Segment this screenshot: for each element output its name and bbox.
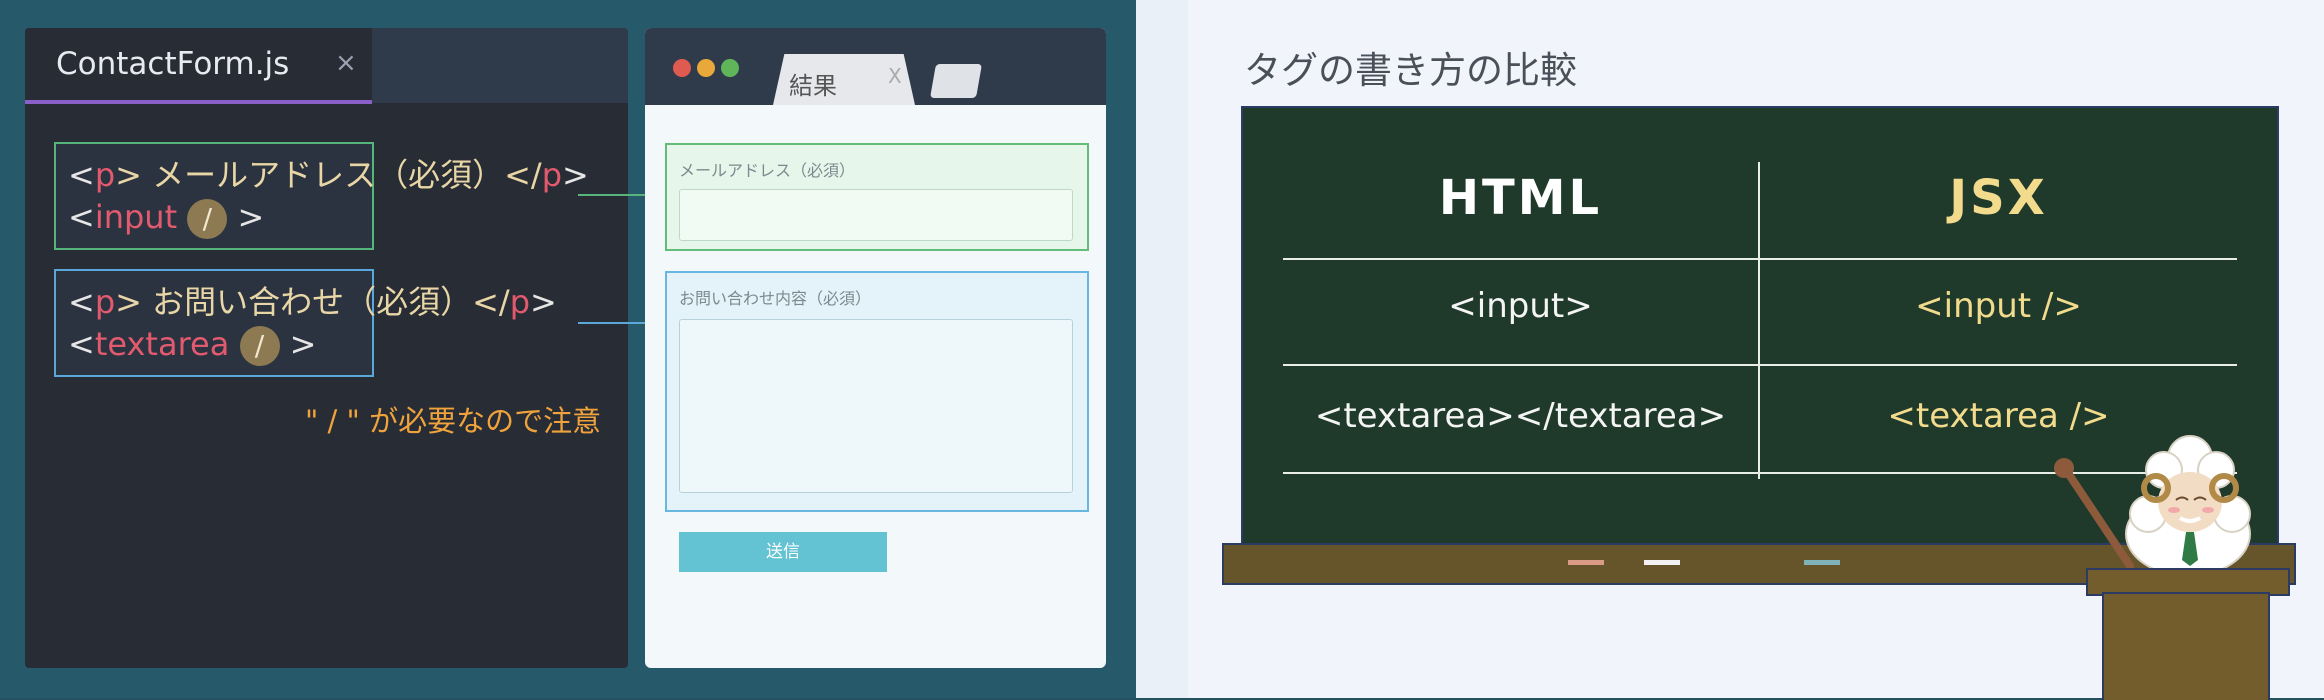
jsx-cell-input: <input />	[1915, 286, 2082, 326]
inquiry-textarea[interactable]	[679, 319, 1073, 493]
table-divider	[1283, 364, 2237, 366]
email-label: メールアドレス（必須）	[679, 161, 856, 180]
code-token: <	[68, 325, 95, 363]
code-tag: p	[94, 283, 116, 321]
close-icon[interactable]: X	[888, 64, 902, 88]
inquiry-field-group: お問い合わせ内容（必須）	[665, 271, 1089, 512]
code-line-textarea: <textarea / >	[68, 325, 316, 366]
code-block-input: <p> メールアドレス（必須）</p> <input / >	[54, 142, 589, 250]
chalk	[1804, 560, 1840, 565]
sheep-teacher-icon	[2054, 435, 2251, 570]
html-cell-textarea: <textarea></textarea>	[1314, 396, 1727, 436]
close-icon[interactable]: ×	[335, 48, 357, 78]
html-cell-input: <input>	[1448, 286, 1593, 326]
code-line-input: <input / >	[68, 198, 264, 239]
new-tab-button[interactable]	[930, 64, 982, 98]
code-line-p-email: <p> メールアドレス（必須）</p>	[68, 150, 589, 196]
email-field-group: メールアドレス（必須）	[665, 143, 1089, 251]
code-token: >	[562, 156, 589, 194]
email-input[interactable]	[679, 189, 1073, 241]
code-token: >	[289, 325, 317, 363]
slash-note: " / " が必要なので注意	[305, 404, 602, 438]
code-tag: p	[94, 156, 116, 194]
editor-tab-bar: ContactForm.js ×	[25, 28, 628, 104]
code-token: <	[68, 156, 95, 194]
inquiry-label: お問い合わせ内容（必須）	[679, 289, 872, 308]
code-editor: ContactForm.js × <p> メールアドレス（必須）</p> <in…	[25, 28, 628, 668]
code-tag: p	[541, 156, 563, 194]
editor-tab[interactable]: ContactForm.js ×	[25, 28, 372, 104]
slash-highlight: /	[239, 326, 280, 366]
minimize-window-icon[interactable]	[697, 59, 715, 77]
code-token: >	[237, 198, 265, 236]
code-token: >	[530, 283, 557, 321]
code-tag: input	[94, 198, 178, 236]
table-divider	[1283, 258, 2237, 260]
comparison-title: タグの書き方の比較	[1244, 49, 1577, 92]
code-text: > メールアドレス（必須）</	[115, 156, 542, 194]
header-jsx: JSX	[1949, 170, 2048, 226]
code-text: > お問い合わせ（必須）</	[115, 283, 510, 321]
close-window-icon[interactable]	[673, 59, 691, 77]
code-tag: textarea	[94, 325, 230, 363]
header-html: HTML	[1438, 170, 1603, 226]
podium	[2102, 592, 2270, 700]
chalk	[1568, 560, 1604, 565]
submit-button[interactable]: 送信	[679, 532, 887, 572]
code-line-p-inquiry: <p> お問い合わせ（必須）</p>	[68, 277, 557, 323]
code-token: <	[68, 198, 95, 236]
code-block-textarea: <p> お問い合わせ（必須）</p> <textarea / >	[54, 269, 557, 377]
maximize-window-icon[interactable]	[721, 59, 739, 77]
browser-preview: 結果 X メールアドレス（必須） お問い合わせ内容（必須） 送信	[645, 28, 1106, 668]
chalk	[1644, 560, 1680, 565]
browser-titlebar: 結果 X	[645, 28, 1106, 105]
code-tag: p	[509, 283, 531, 321]
browser-tab-label: 結果	[789, 72, 837, 100]
editor-tab-label: ContactForm.js	[56, 46, 290, 82]
slash-highlight: /	[187, 199, 228, 239]
code-token: <	[68, 283, 95, 321]
